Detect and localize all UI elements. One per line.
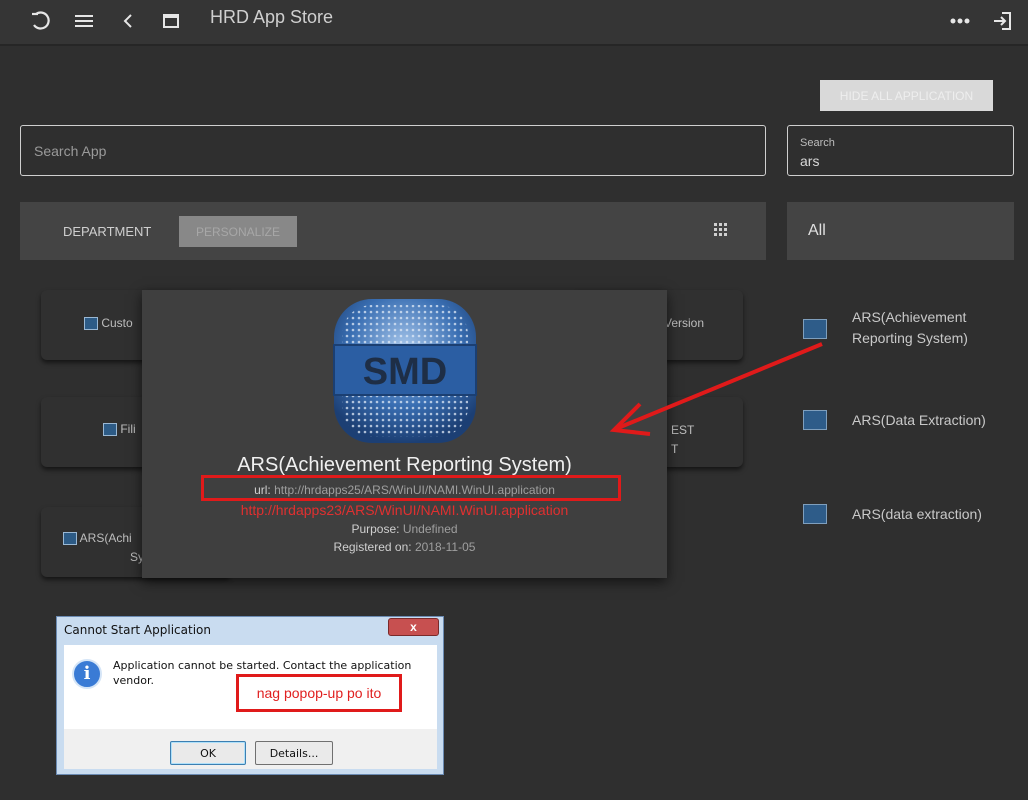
list-item-label: ARS(data extraction)	[852, 506, 982, 522]
purpose-label: Purpose:	[351, 522, 400, 536]
menu-icon[interactable]	[69, 6, 99, 36]
side-panel-title: All	[808, 222, 826, 239]
detail-purpose: Purpose: Undefined	[142, 522, 667, 536]
dialog-body: i Application cannot be started. Contact…	[64, 645, 437, 730]
app-icon	[103, 423, 117, 437]
search-app-field[interactable]	[20, 125, 766, 176]
tab-personalize[interactable]: PERSONALIZE	[179, 216, 297, 247]
side-search-input[interactable]	[800, 153, 1000, 169]
app-card-label: Sy	[130, 550, 145, 564]
info-icon: i	[72, 659, 102, 689]
top-bar: HRD App Store	[0, 0, 1028, 46]
corrected-url-annotation: http://hrdapps23/ARS/WinUI/NAMI.WinUI.ap…	[240, 502, 569, 518]
hide-all-application-button[interactable]: HIDE ALL APPLICATION	[820, 80, 993, 111]
app-card-label: ARS(Achi	[79, 531, 132, 545]
more-icon[interactable]	[945, 6, 975, 36]
ok-button[interactable]: OK	[170, 741, 246, 765]
dialog-title: Cannot Start Application	[64, 623, 211, 637]
app-icon	[84, 317, 98, 331]
side-search-field[interactable]: Search	[787, 125, 1014, 176]
app-title: HRD App Store	[210, 7, 334, 27]
url-highlight-box	[201, 475, 621, 501]
window-icon[interactable]	[156, 6, 186, 36]
dialog-close-button[interactable]: x	[388, 618, 439, 636]
logo-icon[interactable]	[26, 6, 56, 36]
search-app-input[interactable]	[32, 142, 736, 160]
annotation-arrow-icon	[609, 342, 823, 436]
dialog-footer: OK Details...	[64, 729, 437, 769]
grid-icon[interactable]	[713, 222, 729, 238]
registered-label: Registered on:	[333, 540, 412, 554]
details-button[interactable]: Details...	[255, 741, 333, 765]
smd-logo-icon: SMD	[332, 297, 478, 445]
registered-value: 2018-11-05	[414, 540, 476, 554]
logout-icon[interactable]	[987, 6, 1017, 36]
nag-annotation: nag popop-up po ito	[236, 674, 402, 712]
list-item[interactable]: ARS(data extraction)	[787, 504, 1014, 534]
back-icon[interactable]	[113, 6, 143, 36]
detail-registered: Registered on: 2018-11-05	[142, 540, 667, 554]
tab-department[interactable]: DEPARTMENT	[63, 224, 151, 239]
list-item-label: ARS(Data Extraction)	[852, 412, 986, 428]
smd-logo-text: SMD	[363, 351, 447, 393]
side-panel-header: All	[787, 202, 1014, 260]
purpose-value: Undefined	[402, 522, 458, 536]
app-icon	[63, 532, 77, 546]
side-search-label: Search	[800, 137, 835, 149]
app-card-label: Fili	[120, 422, 136, 436]
app-card-label: Custo	[101, 316, 133, 330]
detail-title: ARS(Achievement Reporting System)	[237, 454, 572, 476]
main-panel-header: DEPARTMENT PERSONALIZE	[20, 202, 766, 260]
app-detail-popup: SMD ARS(Achievement Reporting System) ur…	[142, 290, 667, 578]
side-panel: All ARS(Achievement Reporting System) AR…	[787, 202, 1014, 800]
cannot-start-dialog: Cannot Start Application x i Application…	[56, 616, 444, 775]
list-item-label: ARS(Achievement Reporting System)	[852, 309, 968, 346]
app-icon	[803, 504, 827, 524]
